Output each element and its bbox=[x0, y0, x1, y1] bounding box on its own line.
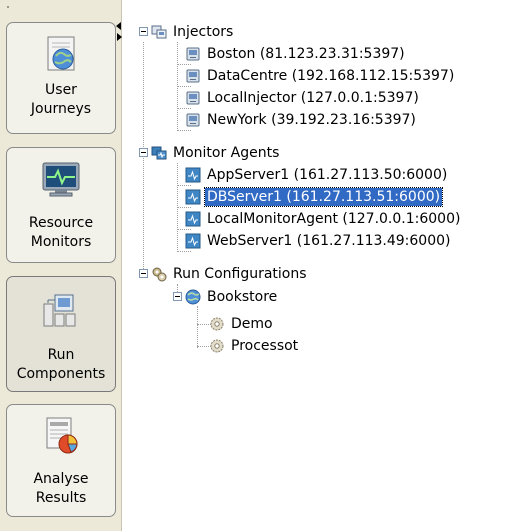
tree-node-label: Injectors bbox=[173, 24, 234, 40]
tree-branch bbox=[177, 86, 191, 87]
tree-node-label: Boston (81.123.23.31:5397) bbox=[207, 46, 405, 62]
globe-icon bbox=[185, 289, 201, 305]
resource-monitors-label: Resource bbox=[28, 215, 94, 231]
tree-node-injector[interactable]: LocalInjector (127.0.0.1:5397) bbox=[185, 88, 421, 108]
tree-node-injector[interactable]: NewYork (39.192.23.16:5397) bbox=[185, 110, 418, 130]
tree-node-injector[interactable]: DataCentre (192.168.112.15:5397) bbox=[185, 66, 456, 86]
injector-icon bbox=[186, 69, 200, 83]
monitor-agent-icon bbox=[185, 167, 201, 183]
gear-icon bbox=[210, 317, 224, 331]
tree-node-monitor-agent[interactable]: WebServer1 (161.27.113.49:6000) bbox=[185, 231, 452, 251]
tree-branch bbox=[177, 207, 191, 208]
monitor-agents-folder-icon bbox=[151, 146, 167, 160]
tree-node-injector[interactable]: Boston (81.123.23.31:5397) bbox=[185, 44, 407, 64]
tree-node-bookstore[interactable]: Bookstore bbox=[185, 287, 279, 307]
run-configurations-collapse-toggle[interactable] bbox=[139, 269, 148, 278]
tree-node-label: DBServer1 (161.27.113.51:6000) bbox=[203, 187, 444, 207]
user-journeys-label-line2: Journeys bbox=[30, 101, 92, 117]
tree-node-monitor-agent[interactable]: AppServer1 (161.27.113.50:6000) bbox=[185, 165, 449, 185]
analyse-results-label-line2: Results bbox=[35, 490, 87, 506]
tree-node-label: Bookstore bbox=[207, 289, 278, 305]
tree-branch bbox=[177, 130, 191, 131]
analyse-results-button[interactable]: Analyse Results bbox=[6, 404, 116, 517]
injectors-folder-icon bbox=[151, 25, 167, 39]
gear-icon bbox=[210, 339, 224, 353]
tree-node-label: NewYork (39.192.23.16:5397) bbox=[207, 112, 416, 128]
monitor-pulse-icon bbox=[42, 162, 80, 197]
tree-node-run-config[interactable]: Demo bbox=[209, 314, 275, 334]
tree-node-monitor-agents[interactable]: Monitor Agents bbox=[151, 143, 281, 163]
tree-node-run-configurations[interactable]: Run Configurations bbox=[151, 264, 309, 284]
analyse-results-label: Analyse bbox=[33, 471, 89, 487]
tree-node-label: Monitor Agents bbox=[173, 145, 280, 161]
tree-branch bbox=[177, 251, 191, 252]
run-components-button[interactable]: Run Components bbox=[6, 276, 116, 392]
user-journeys-label: User bbox=[45, 82, 77, 98]
tree-branch bbox=[177, 229, 191, 230]
tree-node-label: AppServer1 (161.27.113.50:6000) bbox=[207, 167, 448, 183]
tree-node-label: LocalInjector (127.0.0.1:5397) bbox=[207, 90, 419, 106]
resource-monitors-button[interactable]: Resource Monitors bbox=[6, 147, 116, 263]
report-pie-icon bbox=[46, 417, 78, 454]
monitor-agents-collapse-toggle[interactable] bbox=[139, 148, 148, 157]
resource-monitors-label-line2: Monitors bbox=[30, 234, 92, 250]
tree-line-root bbox=[143, 42, 144, 275]
network-servers-icon bbox=[43, 294, 76, 327]
tree-node-monitor-agent-selected[interactable]: DBServer1 (161.27.113.51:6000) bbox=[185, 187, 444, 207]
bookstore-collapse-toggle[interactable] bbox=[173, 292, 182, 301]
injector-icon bbox=[186, 113, 200, 127]
monitor-agent-icon bbox=[185, 233, 201, 249]
tree-branch bbox=[177, 185, 191, 186]
globe-document-icon bbox=[47, 36, 75, 71]
tree-node-label: WebServer1 (161.27.113.49:6000) bbox=[207, 233, 451, 249]
run-components-label: Run bbox=[47, 347, 75, 363]
user-journeys-button[interactable]: User Journeys bbox=[6, 22, 116, 134]
monitor-agent-icon bbox=[185, 189, 201, 205]
tree-node-injectors[interactable]: Injectors bbox=[151, 22, 235, 42]
injector-icon bbox=[186, 47, 200, 61]
tree-branch bbox=[177, 108, 191, 109]
tree-line-bookstore bbox=[197, 306, 198, 348]
injectors-collapse-toggle[interactable] bbox=[139, 27, 148, 36]
monitor-agent-icon bbox=[185, 211, 201, 227]
component-tree: Injectors Boston (81.123.23.31:5397) Dat… bbox=[121, 0, 511, 531]
run-components-label-line2: Components bbox=[16, 366, 106, 382]
run-configurations-gears-icon bbox=[152, 267, 167, 282]
tree-node-run-config[interactable]: Processot bbox=[209, 336, 300, 356]
tree-node-label: LocalMonitorAgent (127.0.0.1:6000) bbox=[207, 211, 461, 227]
tree-node-label: Run Configurations bbox=[173, 266, 307, 282]
tree-node-label: Processot bbox=[231, 338, 299, 354]
injector-icon bbox=[186, 91, 200, 105]
tree-node-label: DataCentre (192.168.112.15:5397) bbox=[207, 68, 455, 84]
tree-node-label: Demo bbox=[231, 316, 273, 332]
panel-dot bbox=[7, 6, 9, 8]
tree-node-monitor-agent[interactable]: LocalMonitorAgent (127.0.0.1:6000) bbox=[185, 209, 462, 229]
navigator-panel: User Journeys Resource Monitors Run Comp… bbox=[0, 0, 122, 531]
tree-branch bbox=[177, 64, 191, 65]
